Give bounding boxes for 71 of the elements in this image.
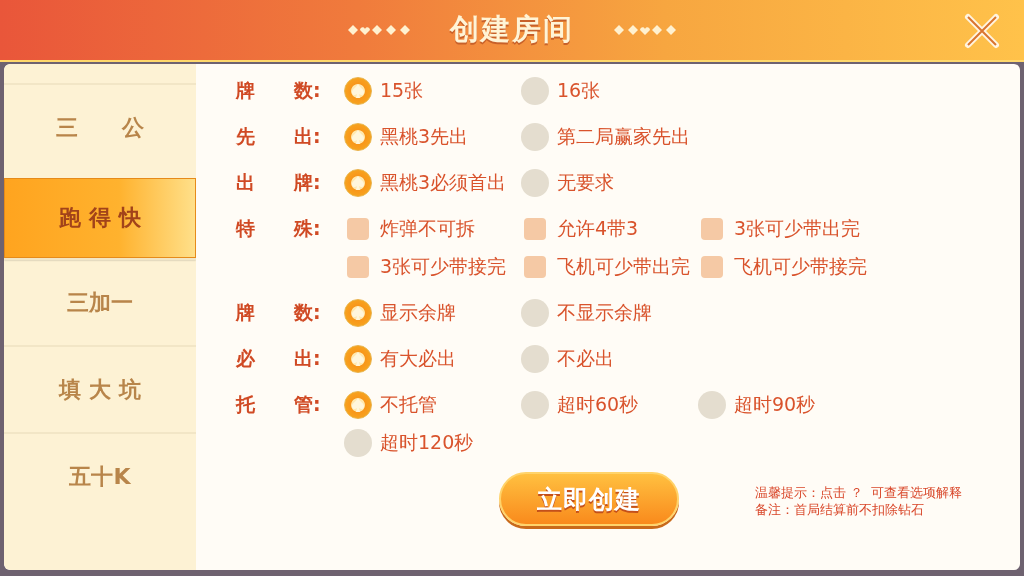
setting-label: 管:	[294, 392, 321, 417]
spade-icon	[350, 397, 366, 413]
setting-label: 数:	[294, 300, 321, 325]
option-label[interactable]: 黑桃3先出	[380, 124, 469, 150]
setting-label: 托	[236, 392, 256, 417]
radio-button[interactable]	[521, 77, 549, 105]
radio-button[interactable]	[521, 123, 549, 151]
radio-button[interactable]	[521, 345, 549, 373]
setting-label: 特	[236, 216, 256, 241]
option-label[interactable]: 不托管	[380, 392, 437, 418]
radio-button[interactable]	[344, 77, 372, 105]
setting-label: 先	[236, 124, 256, 149]
option-label[interactable]: 超时60秒	[557, 392, 639, 418]
window-title: 创建房间	[450, 11, 574, 48]
checkbox[interactable]	[524, 218, 546, 240]
radio-button[interactable]	[344, 299, 372, 327]
suit-ornament-icon	[614, 24, 676, 36]
setting-label: 必	[236, 346, 256, 371]
game-tab[interactable]: 三 公	[4, 83, 196, 170]
option-label[interactable]: 16张	[557, 78, 601, 104]
option-label[interactable]: 炸弹不可拆	[380, 216, 475, 242]
option-label[interactable]: 无要求	[557, 170, 614, 196]
option-label[interactable]: 不显示余牌	[557, 300, 652, 326]
radio-button[interactable]	[344, 169, 372, 197]
setting-label: 出:	[294, 346, 321, 371]
setting-label: 牌	[236, 300, 256, 325]
suit-ornament-icon	[348, 24, 410, 36]
spade-icon	[350, 351, 366, 367]
radio-button[interactable]	[698, 391, 726, 419]
setting-label: 殊:	[294, 216, 321, 241]
option-label[interactable]: 显示余牌	[380, 300, 456, 326]
setting-label: 牌:	[294, 170, 321, 195]
checkbox[interactable]	[701, 218, 723, 240]
option-label[interactable]: 有大必出	[380, 346, 456, 372]
option-label[interactable]: 超时90秒	[734, 392, 816, 418]
option-label[interactable]: 飞机可少带出完	[557, 254, 690, 280]
spade-icon	[350, 305, 366, 321]
option-label[interactable]: 不必出	[557, 346, 614, 372]
radio-button[interactable]	[344, 429, 372, 457]
radio-button[interactable]	[521, 299, 549, 327]
close-icon[interactable]	[962, 11, 1002, 51]
setting-label: 出:	[294, 124, 321, 149]
radio-button[interactable]	[344, 391, 372, 419]
game-tab[interactable]: 跑 得 快	[4, 178, 196, 258]
option-label[interactable]: 15张	[380, 78, 424, 104]
radio-button[interactable]	[344, 345, 372, 373]
checkbox[interactable]	[347, 256, 369, 278]
option-label[interactable]: 超时120秒	[380, 430, 474, 456]
option-label[interactable]: 黑桃3必须首出	[380, 170, 507, 196]
option-label[interactable]: 3张可少带出完	[734, 216, 861, 242]
checkbox[interactable]	[347, 218, 369, 240]
spade-icon	[350, 83, 366, 99]
game-tab[interactable]: 填 大 坑	[4, 345, 196, 432]
option-label[interactable]: 允许4带3	[557, 216, 639, 242]
setting-label: 出	[236, 170, 256, 195]
hint-text: 温馨提示：点击 ？ 可查看选项解释	[755, 484, 963, 501]
setting-label: 牌	[236, 78, 256, 103]
game-tab[interactable]: 五十K	[4, 432, 196, 519]
spade-icon	[350, 129, 366, 145]
checkbox[interactable]	[524, 256, 546, 278]
radio-button[interactable]	[344, 123, 372, 151]
option-label[interactable]: 第二局赢家先出	[557, 124, 690, 150]
game-tab[interactable]: 三加一	[4, 258, 196, 345]
spade-icon	[350, 175, 366, 191]
checkbox[interactable]	[701, 256, 723, 278]
option-label[interactable]: 3张可少带接完	[380, 254, 507, 280]
hint-text: 备注：首局结算前不扣除钻石	[755, 501, 925, 518]
setting-label: 数:	[294, 78, 321, 103]
option-label[interactable]: 飞机可少带接完	[734, 254, 867, 280]
radio-button[interactable]	[521, 169, 549, 197]
radio-button[interactable]	[521, 391, 549, 419]
